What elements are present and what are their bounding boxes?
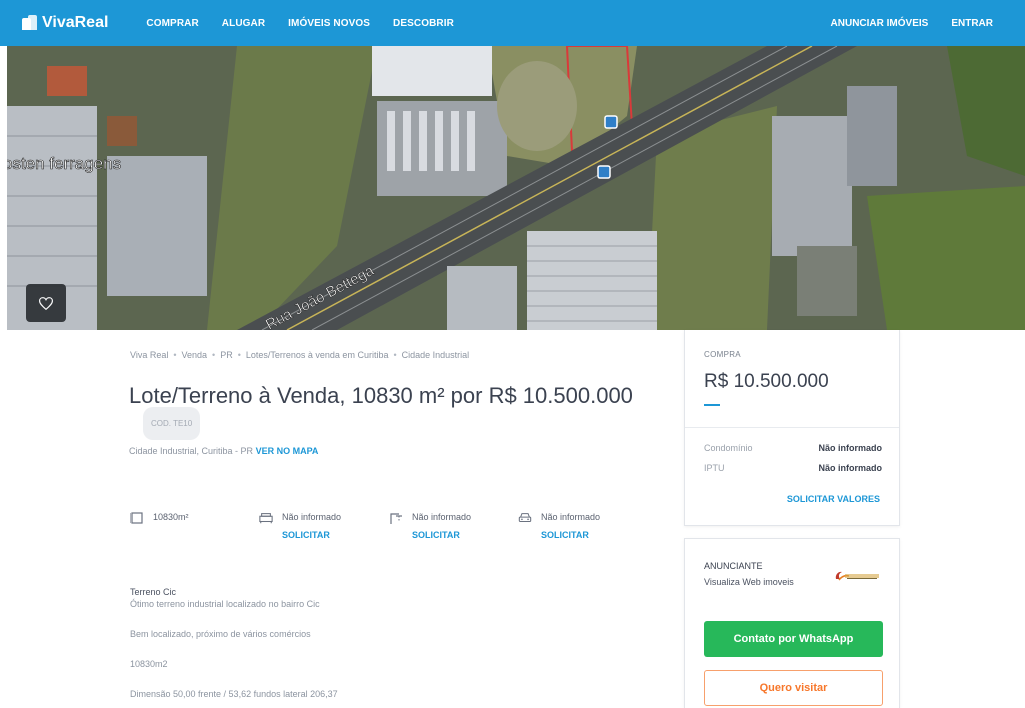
breadcrumb-viva-real[interactable]: Viva Real: [130, 350, 168, 360]
condominio-row: Condomínio Não informado: [704, 443, 882, 453]
sale-price: R$ 10.500.000: [704, 371, 829, 392]
listing-address: Cidade Industrial, Curitiba - PR VER NO …: [129, 446, 318, 456]
nav-imoveis-novos[interactable]: IMÓVEIS NOVOS: [288, 18, 370, 29]
description-line: Dimensão 50,00 frente / 53,62 fundos lat…: [130, 689, 338, 699]
vivareal-logo[interactable]: VivaReal: [22, 14, 108, 32]
listing-title-text: Lote/Terreno à Venda, 10830 m² por R$ 10…: [129, 383, 633, 408]
top-navigation: VivaReal COMPRAR ALUGAR IMÓVEIS NOVOS DE…: [0, 0, 1025, 46]
amenity-area-value: 10830m²: [153, 512, 189, 522]
breadcrumb-separator: •: [237, 350, 241, 360]
description-heading: Terreno Cic: [130, 587, 177, 597]
favorite-button[interactable]: [26, 284, 66, 322]
area-icon: [130, 512, 143, 524]
condominio-label: Condomínio: [704, 443, 753, 453]
nav-descobrir[interactable]: DESCOBRIR: [393, 18, 454, 29]
address-text: Cidade Industrial, Curitiba - PR: [129, 446, 254, 456]
amenity-area: 10830m²: [130, 511, 189, 525]
advertiser-card: ANUNCIANTE Visualiza Web imoveis Contato…: [684, 538, 900, 708]
whatsapp-contact-button[interactable]: Contato por WhatsApp: [704, 621, 883, 657]
amenity-bathrooms-value: Não informado: [412, 512, 472, 522]
amenity-bedrooms-value: Não informado: [282, 512, 342, 522]
nav-entrar[interactable]: ENTRAR: [951, 18, 993, 29]
breadcrumb-pr[interactable]: PR: [220, 350, 233, 360]
aerial-map-image: osten ferragens Rua João Bettega: [7, 46, 1025, 330]
price-type-label: COMPRA: [704, 350, 741, 359]
breadcrumb-lotes[interactable]: Lotes/Terrenos à venda em Curitiba: [246, 350, 389, 360]
nav-alugar[interactable]: ALUGAR: [222, 18, 265, 29]
listing-code-badge: COD. TE10: [143, 407, 201, 440]
amenity-parking-value: Não informado: [541, 512, 601, 522]
listing-title: Lote/Terreno à Venda, 10830 m² por R$ 10…: [129, 381, 649, 443]
schedule-visit-button[interactable]: Quero visitar: [704, 670, 883, 706]
iptu-label: IPTU: [704, 463, 725, 473]
advertiser-label: ANUNCIANTE: [704, 561, 763, 571]
logo-icon: [22, 15, 38, 31]
advertiser-name[interactable]: Visualiza Web imoveis: [704, 577, 794, 587]
amenity-bathrooms: Não informado SOLICITAR: [389, 511, 471, 541]
request-bathrooms-link[interactable]: SOLICITAR: [412, 529, 471, 541]
breadcrumb-separator: •: [393, 350, 397, 360]
bed-icon: [259, 513, 273, 524]
advertiser-logo[interactable]: [833, 567, 881, 583]
description-line: Ótimo terreno industrial localizado no b…: [130, 599, 320, 609]
description-line: 10830m2: [130, 659, 168, 669]
property-photo[interactable]: osten ferragens Rua João Bettega: [7, 46, 1025, 330]
amenity-parking: Não informado SOLICITAR: [518, 511, 600, 541]
breadcrumb: Viva Real • Venda • PR • Lotes/Terrenos …: [130, 350, 469, 360]
iptu-row: IPTU Não informado: [704, 463, 882, 473]
main-nav: COMPRAR ALUGAR IMÓVEIS NOVOS DESCOBRIR: [146, 18, 477, 29]
price-accent-bar: [704, 404, 720, 406]
shower-icon: [390, 513, 402, 524]
price-card: COMPRA R$ 10.500.000 Condomínio Não info…: [684, 330, 900, 526]
nav-anunciar-imoveis[interactable]: ANUNCIAR IMÓVEIS: [831, 18, 929, 29]
breadcrumb-cidade-industrial[interactable]: Cidade Industrial: [402, 350, 470, 360]
account-nav: ANUNCIAR IMÓVEIS ENTRAR: [808, 18, 993, 29]
car-icon: [518, 513, 532, 523]
request-bedrooms-link[interactable]: SOLICITAR: [282, 529, 341, 541]
amenity-bedrooms: Não informado SOLICITAR: [259, 511, 341, 541]
request-values-link[interactable]: SOLICITAR VALORES: [787, 494, 880, 504]
breadcrumb-separator: •: [212, 350, 216, 360]
condominio-value: Não informado: [818, 443, 882, 453]
listing-description: Terreno Cic Ótimo terreno industrial loc…: [130, 586, 338, 700]
request-parking-link[interactable]: SOLICITAR: [541, 529, 600, 541]
description-line: Bem localizado, próximo de vários comérc…: [130, 629, 311, 639]
price-divider: [685, 427, 899, 428]
nav-comprar[interactable]: COMPRAR: [146, 18, 198, 29]
iptu-value: Não informado: [818, 463, 882, 473]
view-on-map-link[interactable]: VER NO MAPA: [256, 446, 319, 456]
map-label-business: osten ferragens: [7, 154, 121, 173]
breadcrumb-separator: •: [173, 350, 177, 360]
brand-name: VivaReal: [42, 14, 109, 31]
breadcrumb-venda[interactable]: Venda: [182, 350, 208, 360]
heart-icon: [39, 296, 53, 310]
